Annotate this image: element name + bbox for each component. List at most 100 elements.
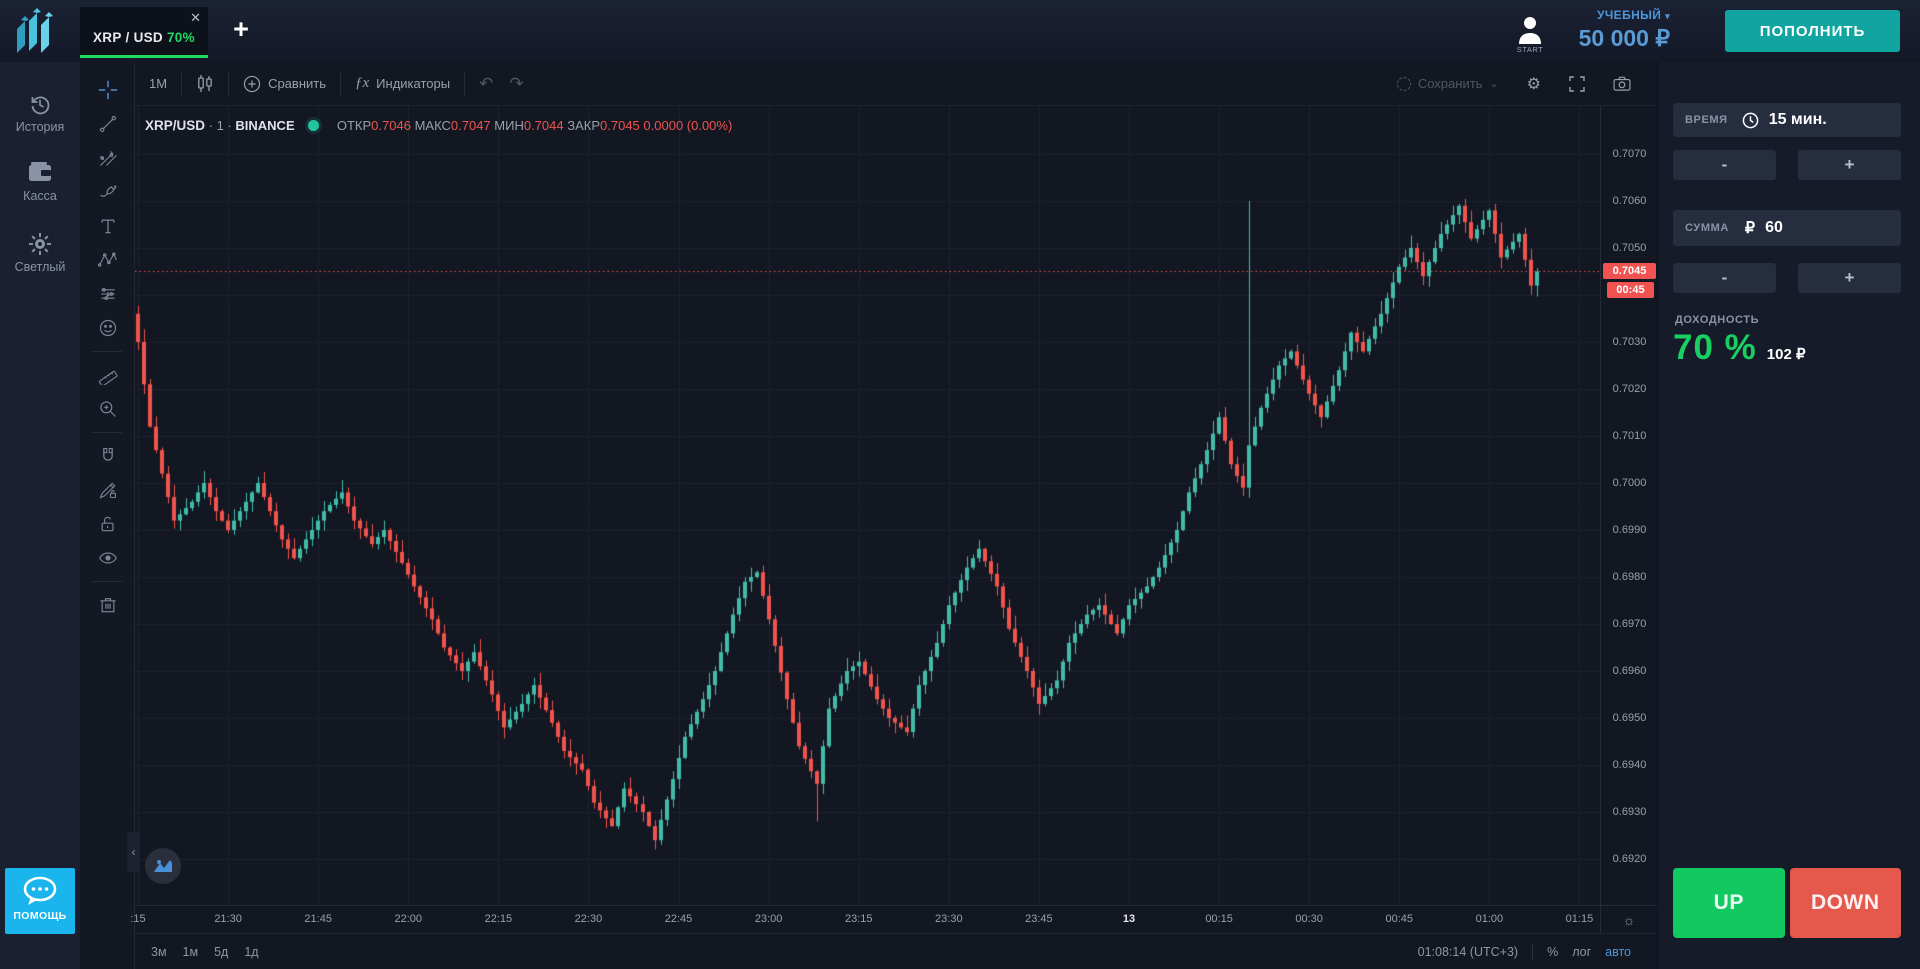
chart-style-button[interactable]	[182, 70, 228, 98]
amount-plus-button[interactable]: +	[1798, 263, 1901, 293]
help-button[interactable]: ПОМОЩЬ	[5, 868, 75, 934]
price-tick-label: 0.7020	[1601, 383, 1658, 395]
legend-low: 0.7044	[524, 118, 564, 133]
ruble-icon: ₽	[1745, 218, 1755, 238]
time-minus-button[interactable]: -	[1673, 150, 1776, 180]
wallet-icon	[0, 161, 80, 185]
price-tick-label: 0.7060	[1601, 195, 1658, 207]
chart-settings-button[interactable]: ⚙	[1513, 70, 1555, 98]
range-1m[interactable]: 1м	[183, 945, 199, 959]
current-price-badge: 0.7045	[1603, 263, 1656, 279]
time-steppers: - +	[1673, 150, 1901, 180]
amount-minus-button[interactable]: -	[1673, 263, 1776, 293]
close-tab-icon[interactable]: ✕	[190, 11, 201, 24]
asset-tab[interactable]: ✕ XRP / USD70%	[80, 7, 208, 58]
user-icon	[1512, 14, 1548, 44]
balance-block[interactable]: УЧЕБНЫЙ ▾ 50 000 ₽	[1555, 8, 1670, 52]
help-label: ПОМОЩЬ	[5, 910, 75, 922]
chart-legend: XRP/USD · 1 · BINANCE ОТКР0.7046 МАКС0.7…	[145, 118, 732, 133]
price-tick-label: 0.6920	[1601, 853, 1658, 865]
range-5d[interactable]: 5д	[214, 945, 228, 959]
price-tick-label: 0.7070	[1601, 148, 1658, 160]
xabcd-pattern-tool[interactable]	[80, 243, 135, 277]
time-plus-button[interactable]: +	[1798, 150, 1901, 180]
trash-tool[interactable]	[80, 588, 135, 622]
up-button[interactable]: UP	[1673, 868, 1785, 938]
amount-field[interactable]: СУММА ₽ 60	[1673, 210, 1901, 246]
compare-button[interactable]: Сравнить	[229, 70, 340, 98]
down-button[interactable]: DOWN	[1790, 868, 1902, 938]
price-tick-label: 0.6980	[1601, 571, 1658, 583]
time-field[interactable]: ВРЕМЯ 15 мин.	[1673, 103, 1901, 137]
time-axis[interactable]: :1521:3021:4522:0022:1522:3022:4523:0023…	[135, 905, 1600, 933]
chart-bottom-bar: 3м 1м 5д 1д 01:08:14 (UTC+3) % лог авто	[135, 933, 1657, 969]
fullscreen-button[interactable]	[1555, 70, 1599, 98]
time-tick-label: 22:15	[485, 913, 513, 925]
auto-scale-button[interactable]: авто	[1605, 945, 1631, 959]
countdown-badge: 00:45	[1607, 282, 1654, 298]
price-tick-label: 0.6990	[1601, 524, 1658, 536]
price-axis[interactable]: 0.70700.70600.70500.70400.70300.70200.70…	[1600, 106, 1657, 905]
log-scale-button[interactable]: лог	[1572, 945, 1591, 959]
sidebar-item-label: История	[0, 120, 80, 134]
amount-field-value: 60	[1765, 219, 1783, 237]
range-3m[interactable]: 3м	[151, 945, 167, 959]
ruler-tool[interactable]	[80, 358, 135, 392]
account-balance: 50 000 ₽	[1555, 25, 1670, 52]
brush-tool[interactable]	[80, 175, 135, 209]
legend-open: 0.7046	[371, 118, 411, 133]
user-menu[interactable]: START	[1512, 14, 1548, 54]
time-tick-label: 00:45	[1385, 913, 1413, 925]
range-1d[interactable]: 1д	[244, 945, 258, 959]
save-layout-button[interactable]: Сохранить ⌄	[1383, 70, 1513, 98]
time-tick-label: 23:45	[1025, 913, 1053, 925]
time-field-value: 15 мин.	[1769, 111, 1827, 129]
forecast-tool[interactable]	[80, 277, 135, 311]
lock-tool[interactable]	[80, 507, 135, 541]
mountain-chart-icon	[153, 859, 173, 873]
legend-high: 0.7047	[451, 118, 491, 133]
interval-button[interactable]: 1M	[135, 70, 181, 98]
sidebar-item-theme[interactable]: Светлый	[0, 222, 80, 283]
zoom-in-tool[interactable]	[80, 392, 135, 426]
sidebar-item-label: Светлый	[0, 260, 80, 274]
undo-button[interactable]: ↶	[465, 70, 507, 98]
payout-amount: 102 ₽	[1767, 345, 1806, 363]
cloud-save-icon	[1397, 77, 1411, 91]
chart-watermark-button[interactable]	[145, 848, 181, 884]
time-tick-label: 00:30	[1295, 913, 1323, 925]
camera-icon	[1613, 76, 1631, 91]
time-field-label: ВРЕМЯ	[1685, 114, 1728, 126]
price-tick-label: 0.6930	[1601, 806, 1658, 818]
percent-scale-button[interactable]: %	[1547, 945, 1558, 959]
fullscreen-icon	[1569, 76, 1585, 92]
add-tab-button[interactable]: +	[226, 14, 256, 46]
trend-line-tool[interactable]	[80, 107, 135, 141]
payout-label: ДОХОДНОСТЬ	[1675, 314, 1759, 326]
text-tool[interactable]	[80, 209, 135, 243]
chart-plot-area[interactable]: XRP/USD · 1 · BINANCE ОТКР0.7046 МАКС0.7…	[135, 106, 1600, 905]
sidebar-item-history[interactable]: История	[0, 82, 80, 143]
axis-settings-button[interactable]: ☼	[1600, 905, 1657, 933]
visibility-tool[interactable]	[80, 541, 135, 575]
redo-button[interactable]: ↷	[507, 70, 537, 98]
time-tick-label: 21:30	[214, 913, 242, 925]
chart-section: 1M Сравнить ƒx Индикаторы ↶ ↷ Сохранить …	[80, 62, 1657, 969]
sidebar-item-cashier[interactable]: Касса	[0, 151, 80, 212]
deposit-button[interactable]: ПОПОЛНИТЬ	[1725, 10, 1900, 52]
pitchfork-tool[interactable]	[80, 141, 135, 175]
account-type-dropdown[interactable]: УЧЕБНЫЙ ▾	[1555, 8, 1670, 22]
legend-exchange: BINANCE	[235, 118, 294, 133]
magnet-tool[interactable]	[80, 439, 135, 473]
time-tick-label: :15	[130, 913, 145, 925]
emoji-tool[interactable]	[80, 311, 135, 345]
top-bar: ✕ XRP / USD70% + START УЧЕБНЫЙ ▾ 50 000 …	[0, 0, 1920, 62]
payout-percent: 70 %	[1673, 328, 1757, 368]
indicators-button[interactable]: ƒx Индикаторы	[341, 70, 464, 98]
collapse-toolbar-handle[interactable]: ‹	[127, 832, 140, 872]
drawing-lock-tool[interactable]	[80, 473, 135, 507]
crosshair-tool[interactable]	[80, 73, 135, 107]
candlestick-chart[interactable]	[135, 106, 1600, 905]
chevron-down-icon: ▾	[1665, 11, 1670, 21]
screenshot-button[interactable]	[1599, 70, 1645, 98]
